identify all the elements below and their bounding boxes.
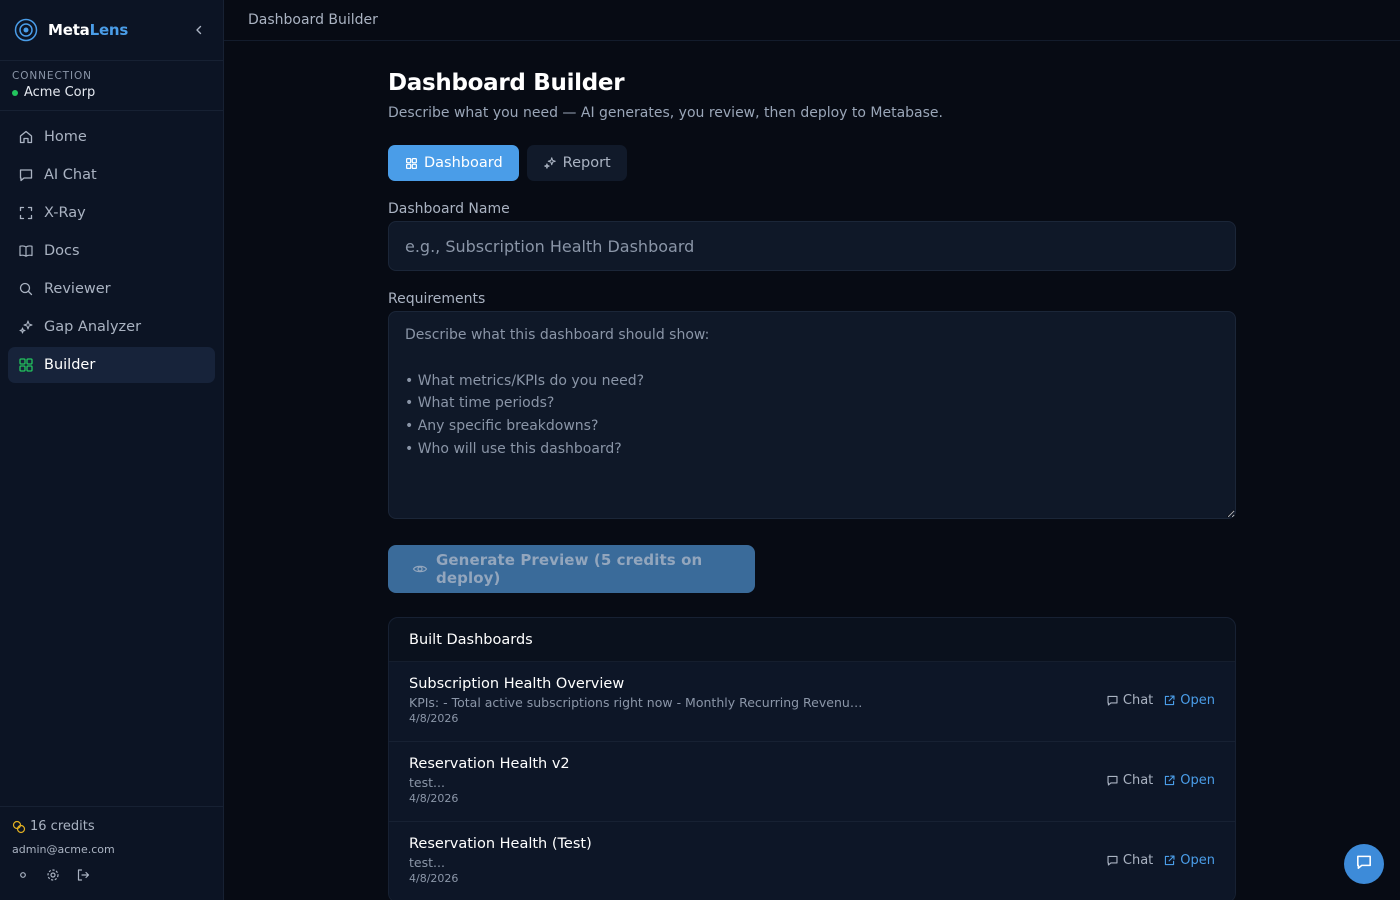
user-email: admin@acme.com [12, 843, 115, 856]
chat-label: Chat [1122, 693, 1154, 708]
chat-icon [1106, 694, 1119, 707]
generate-preview-label: Generate Preview (5 credits on deploy) [436, 551, 703, 587]
connection-name-text: Acme Corp [24, 85, 96, 100]
builder-main: Dashboard Builder Describe what you need… [388, 70, 1236, 900]
sparkles-icon [18, 319, 34, 335]
home-icon [18, 129, 34, 145]
chat-button[interactable]: Chat [1106, 773, 1153, 788]
sidebar-item-x-ray[interactable]: X-Ray [8, 195, 215, 231]
dashboard-description: test... [409, 855, 445, 870]
eye-icon [412, 561, 428, 577]
sidebar-item-gap-analyzer[interactable]: Gap Analyzer [8, 309, 215, 345]
open-label: Open [1180, 693, 1215, 708]
connection-label: CONNECTION [12, 70, 92, 82]
breadcrumb: Dashboard Builder [248, 12, 378, 28]
open-button[interactable]: Open [1163, 853, 1215, 868]
sidebar-item-label: Reviewer [44, 281, 111, 297]
dashboard-date: 4/8/2026 [409, 872, 459, 885]
grid-icon [404, 156, 418, 170]
sidebar-item-label: AI Chat [44, 167, 97, 183]
sidebar-item-ai-chat[interactable]: AI Chat [8, 157, 215, 193]
requirements-textarea[interactable] [388, 311, 1236, 519]
sidebar-item-label: Gap Analyzer [44, 319, 142, 335]
builder-type-tabs: Dashboard Report [388, 145, 1236, 181]
grid-icon [18, 357, 34, 373]
page-subtitle: Describe what you need — AI generates, y… [388, 105, 943, 121]
brand: MetaLens [0, 0, 223, 61]
sidebar-item-builder[interactable]: Builder [8, 347, 215, 383]
built-dashboards-title: Built Dashboards [389, 618, 1235, 662]
sidebar-item-label: Docs [44, 243, 80, 259]
external-link-icon [1163, 854, 1176, 867]
chevron-left-icon[interactable] [189, 20, 209, 40]
list-item: Reservation Health (Test) test... 4/8/20… [389, 822, 1235, 900]
sidebar-item-home[interactable]: Home [8, 119, 215, 155]
open-button[interactable]: Open [1163, 773, 1215, 788]
tab-label: Report [562, 155, 611, 171]
list-item: Reservation Health v2 test... 4/8/2026 C… [389, 742, 1235, 822]
connection-name: Acme Corp [12, 85, 211, 100]
tab-report[interactable]: Report [526, 145, 627, 181]
dashboard-name-label: Dashboard Name [388, 201, 510, 217]
sun-icon[interactable] [12, 866, 34, 884]
chat-icon [18, 167, 34, 183]
chat-label: Chat [1122, 853, 1154, 868]
sidebar-nav: Home AI Chat X-Ray Docs Reviewer Gap Ana… [0, 111, 223, 383]
credits-display: 16 credits [12, 819, 212, 834]
sidebar-item-reviewer[interactable]: Reviewer [8, 271, 215, 307]
row-actions: Chat Open [1096, 693, 1215, 708]
row-actions: Chat Open [1096, 773, 1215, 788]
built-dashboards-panel: Built Dashboards Subscription Health Ove… [388, 617, 1236, 900]
chat-button[interactable]: Chat [1106, 853, 1153, 868]
open-button[interactable]: Open [1163, 693, 1215, 708]
logout-icon[interactable] [72, 866, 94, 884]
open-label: Open [1180, 773, 1215, 788]
page-title: Dashboard Builder [388, 70, 625, 96]
footer-actions [12, 866, 212, 884]
sidebar: MetaLens CONNECTION Acme Corp Home AI Ch… [0, 0, 224, 900]
dashboard-title: Subscription Health Overview [409, 676, 625, 692]
dashboard-title: Reservation Health (Test) [409, 836, 592, 852]
chat-label: Chat [1122, 773, 1154, 788]
topbar: Dashboard Builder [224, 0, 1400, 41]
connection-panel[interactable]: CONNECTION Acme Corp [0, 61, 223, 111]
chat-icon [1106, 854, 1119, 867]
open-label: Open [1180, 853, 1215, 868]
chat-icon [1106, 774, 1119, 787]
dashboard-date: 4/8/2026 [409, 792, 459, 805]
sparkles-icon [543, 156, 557, 170]
external-link-icon [1163, 774, 1176, 787]
tab-label: Dashboard [424, 155, 503, 171]
sidebar-item-docs[interactable]: Docs [8, 233, 215, 269]
coins-icon [12, 820, 26, 834]
sidebar-item-label: Home [44, 129, 87, 145]
brand-name: MetaLens [48, 21, 129, 39]
dashboard-date: 4/8/2026 [409, 712, 459, 725]
tab-dashboard[interactable]: Dashboard [388, 145, 519, 181]
list-item: Subscription Health Overview KPIs: - Tot… [389, 662, 1235, 742]
book-icon [18, 243, 34, 259]
search-icon [18, 281, 34, 297]
chat-button[interactable]: Chat [1106, 693, 1153, 708]
sidebar-footer: 16 credits admin@acme.com [0, 806, 224, 900]
external-link-icon [1163, 694, 1176, 707]
dashboard-description: KPIs: - Total active subscriptions right… [409, 695, 869, 710]
metalens-logo-icon[interactable] [14, 18, 38, 42]
dashboard-description: test... [409, 775, 445, 790]
connection-status-dot [12, 89, 18, 96]
chat-icon [1355, 853, 1373, 875]
credits-text: 16 credits [30, 819, 95, 834]
floating-chat-button[interactable] [1344, 844, 1384, 884]
scan-icon [18, 205, 34, 221]
requirements-label: Requirements [388, 291, 486, 307]
dashboard-title: Reservation Health v2 [409, 756, 570, 772]
generate-preview-button[interactable]: Generate Preview (5 credits on deploy) [388, 545, 755, 593]
sidebar-item-label: X-Ray [44, 205, 86, 221]
row-actions: Chat Open [1096, 853, 1215, 868]
dashboard-name-input[interactable] [388, 221, 1236, 271]
sidebar-item-label: Builder [44, 357, 96, 373]
settings-icon[interactable] [42, 866, 64, 884]
